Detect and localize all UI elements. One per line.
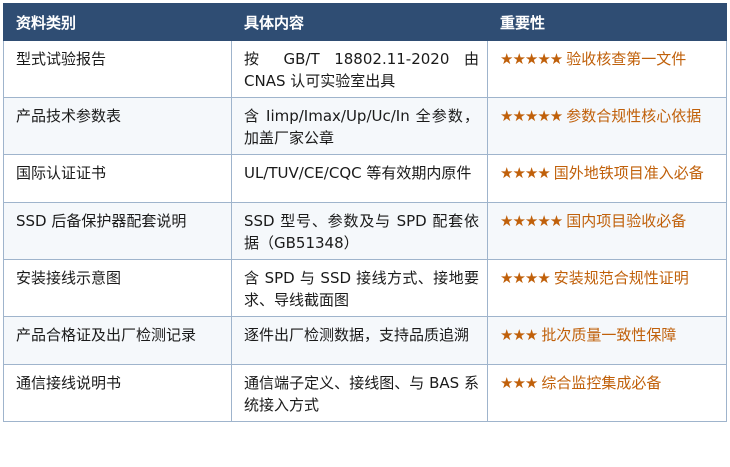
importance-note: 安装规范合规性证明	[553, 269, 689, 287]
table-row: 产品合格证及出厂检测记录 逐件出厂检测数据，支持品质追溯 ★★★ 批次质量一致性保…	[3, 316, 727, 365]
star-rating-icon: ★★★★★	[500, 50, 563, 68]
table-row: 安装接线示意图 含 SPD 与 SSD 接线方式、接地要求、导线截面图 ★★★★…	[3, 259, 727, 317]
category-cell: 通信接线说明书	[3, 364, 232, 422]
importance-cell: ★★★★★ 参数合规性核心依据	[487, 97, 727, 155]
table-header-row: 资料类别 具体内容 重要性	[3, 3, 727, 41]
importance-note: 批次质量一致性保障	[541, 326, 677, 344]
table-row: 通信接线说明书 通信端子定义、接线图、与 BAS 系统接入方式 ★★★ 综合监控集…	[3, 364, 727, 422]
star-rating-icon: ★★★★★	[500, 212, 563, 230]
header-importance: 重要性	[487, 3, 727, 41]
importance-cell: ★★★ 综合监控集成必备	[487, 364, 727, 422]
table-row: 型式试验报告 按 GB/T 18802.11-2020 由 CNAS 认可实验室…	[3, 40, 727, 98]
category-cell: SSD 后备保护器配套说明	[3, 202, 232, 260]
content-cell: 含 Iimp/Imax/Up/Uc/In 全参数，加盖厂家公章	[231, 97, 488, 155]
header-category: 资料类别	[3, 3, 232, 41]
importance-cell: ★★★★ 安装规范合规性证明	[487, 259, 727, 317]
importance-cell: ★★★ 批次质量一致性保障	[487, 316, 727, 365]
category-cell: 国际认证证书	[3, 154, 232, 203]
content-cell: 按 GB/T 18802.11-2020 由 CNAS 认可实验室出具	[231, 40, 488, 98]
content-cell: UL/TUV/CE/CQC 等有效期内原件	[231, 154, 488, 203]
header-content: 具体内容	[231, 3, 488, 41]
table-row: SSD 后备保护器配套说明 SSD 型号、参数及与 SPD 配套依据（GB513…	[3, 202, 727, 260]
materials-table: 资料类别 具体内容 重要性 型式试验报告 按 GB/T 18802.11-202…	[3, 3, 727, 422]
category-cell: 型式试验报告	[3, 40, 232, 98]
content-cell: 通信端子定义、接线图、与 BAS 系统接入方式	[231, 364, 488, 422]
importance-cell: ★★★★ 国外地铁项目准入必备	[487, 154, 727, 203]
importance-cell: ★★★★★ 验收核查第一文件	[487, 40, 727, 98]
importance-note: 综合监控集成必备	[541, 374, 662, 392]
document-table-container: 资料类别 具体内容 重要性 型式试验报告 按 GB/T 18802.11-202…	[3, 3, 727, 422]
category-cell: 产品合格证及出厂检测记录	[3, 316, 232, 365]
importance-note: 验收核查第一文件	[566, 50, 687, 68]
star-rating-icon: ★★★★	[500, 164, 551, 182]
table-row: 国际认证证书 UL/TUV/CE/CQC 等有效期内原件 ★★★★ 国外地铁项目准…	[3, 154, 727, 203]
content-cell: SSD 型号、参数及与 SPD 配套依据（GB51348）	[231, 202, 488, 260]
importance-note: 国外地铁项目准入必备	[553, 164, 704, 182]
content-cell: 逐件出厂检测数据，支持品质追溯	[231, 316, 488, 365]
category-cell: 安装接线示意图	[3, 259, 232, 317]
star-rating-icon: ★★★	[500, 326, 538, 344]
star-rating-icon: ★★★★★	[500, 107, 563, 125]
importance-note: 参数合规性核心依据	[566, 107, 702, 125]
importance-cell: ★★★★★ 国内项目验收必备	[487, 202, 727, 260]
star-rating-icon: ★★★	[500, 374, 538, 392]
star-rating-icon: ★★★★	[500, 269, 551, 287]
category-cell: 产品技术参数表	[3, 97, 232, 155]
importance-note: 国内项目验收必备	[566, 212, 687, 230]
content-cell: 含 SPD 与 SSD 接线方式、接地要求、导线截面图	[231, 259, 488, 317]
table-row: 产品技术参数表 含 Iimp/Imax/Up/Uc/In 全参数，加盖厂家公章 …	[3, 97, 727, 155]
